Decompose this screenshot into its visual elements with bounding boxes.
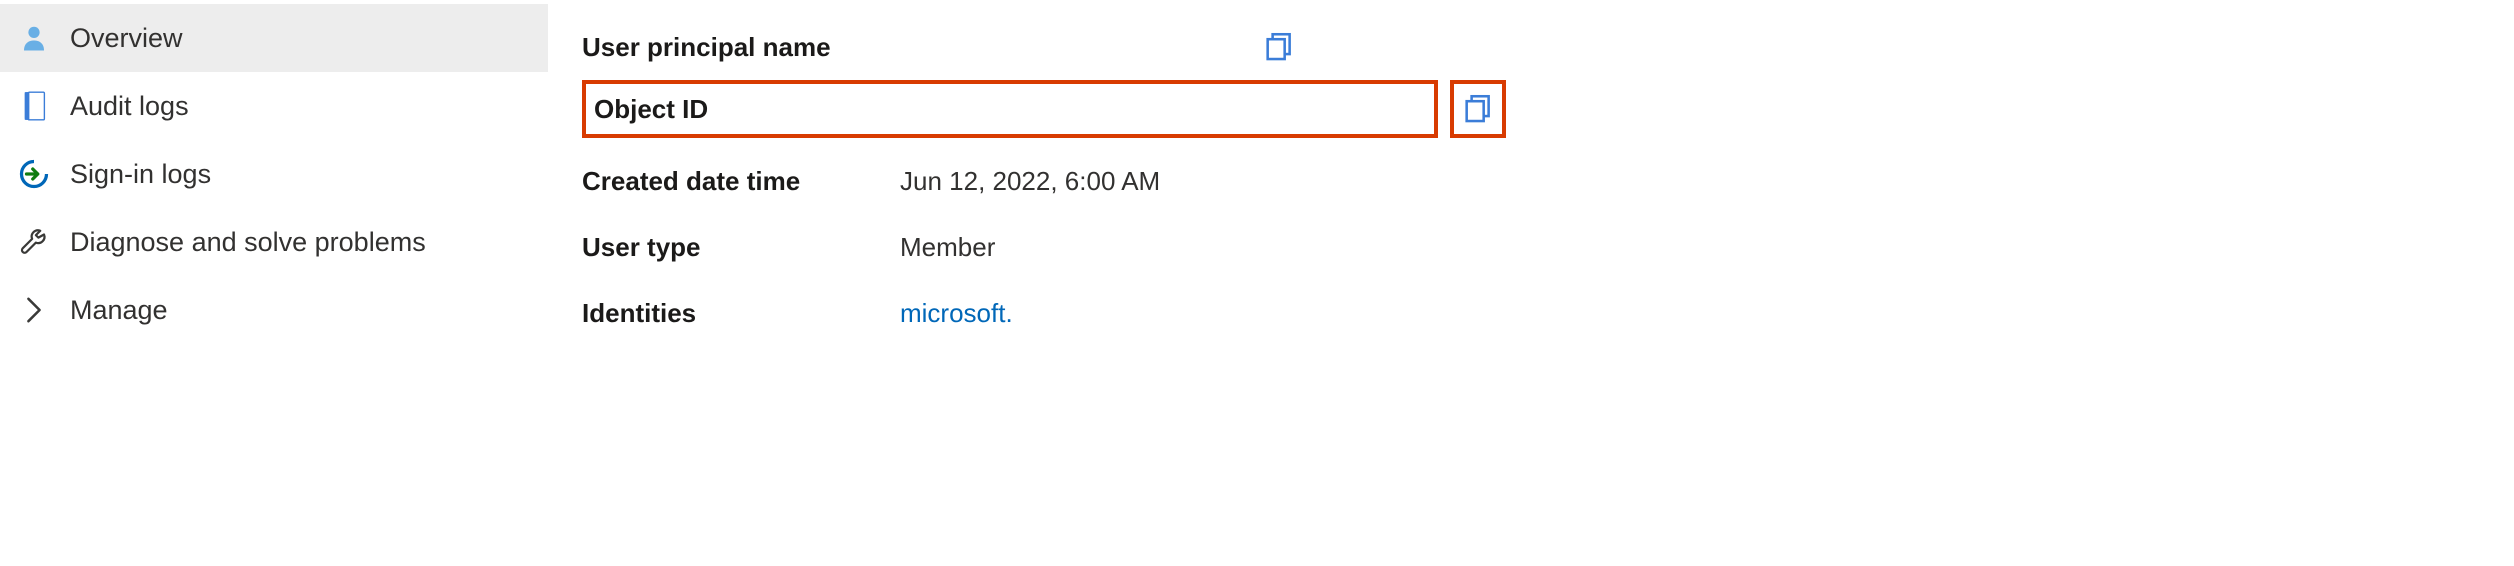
copy-icon[interactable] [1262,30,1296,64]
sidebar-item-label: Overview [70,23,183,54]
property-row-created: Created date time Jun 12, 2022, 6:00 AM [582,148,2514,214]
sidebar-item-label: Diagnose and solve problems [70,227,426,258]
sidebar-item-diagnose[interactable]: Diagnose and solve problems [0,208,548,276]
signin-icon [18,158,50,190]
sidebar-item-manage[interactable]: Manage [0,276,548,344]
property-label: Object ID [594,94,904,125]
property-value: Member [900,232,995,263]
property-row-usertype: User type Member [582,214,2514,280]
property-label: User type [582,232,900,263]
property-label: Created date time [582,166,900,197]
chevron-right-icon [18,294,50,326]
copy-icon [1461,92,1495,126]
wrench-icon [18,226,50,258]
sidebar-item-label: Manage [70,295,168,326]
sidebar-item-overview[interactable]: Overview [0,4,548,72]
property-value: Jun 12, 2022, 6:00 AM [900,166,1160,197]
copy-objectid-button[interactable] [1450,80,1506,138]
sidebar-item-label: Audit logs [70,91,189,122]
property-label: User principal name [582,32,900,63]
property-row-objectid: Object ID [582,80,1438,138]
sidebar: Overview Audit logs Sign-in logs Diagnos… [0,0,548,566]
sidebar-item-label: Sign-in logs [70,159,211,190]
sidebar-item-signin-logs[interactable]: Sign-in logs [0,140,548,208]
person-icon [18,22,50,54]
property-label: Identities [582,298,900,329]
property-row-upn: User principal name [582,14,2514,80]
property-row-identities: Identities microsoft. [582,280,2514,346]
sidebar-item-audit-logs[interactable]: Audit logs [0,72,548,140]
identities-link[interactable]: microsoft. [900,298,1013,329]
main-content: User principal name Object ID Created da… [548,0,2514,566]
property-row-objectid-container: Object ID [582,80,2514,148]
notebook-icon [18,90,50,122]
